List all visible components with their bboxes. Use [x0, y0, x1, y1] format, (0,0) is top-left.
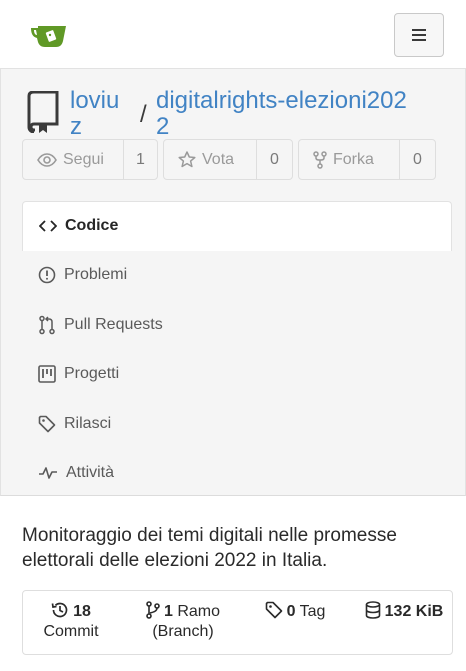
- tab-activity[interactable]: Attività: [22, 449, 452, 499]
- path-separator: /: [140, 101, 147, 128]
- tab-activity-label: Attività: [66, 464, 115, 482]
- star-count[interactable]: 0: [257, 140, 292, 179]
- watch-count[interactable]: 1: [124, 140, 157, 179]
- watch-label: Segui: [63, 150, 104, 168]
- size-stat[interactable]: 132 KiB: [361, 601, 447, 622]
- tag-icon: [38, 415, 56, 433]
- tab-releases[interactable]: Rilasci: [22, 399, 452, 449]
- fork-button-group: Forka 0: [298, 139, 436, 180]
- hamburger-menu-icon: [412, 29, 426, 41]
- watch-button[interactable]: Segui: [23, 140, 124, 179]
- commits-label: Commit: [43, 623, 99, 640]
- repo-tabs: Codice Problemi Pull Requests Progetti R…: [22, 201, 452, 498]
- repo-name-link[interactable]: digitalrights-elezioni202 2: [156, 88, 441, 140]
- repo-description: Monitoraggio dei temi digitali nelle pro…: [22, 525, 397, 571]
- tags-label: Tag: [299, 603, 326, 620]
- tab-projects-label: Progetti: [64, 365, 120, 383]
- code-icon: [39, 220, 57, 232]
- project-icon: [38, 365, 56, 384]
- star-button[interactable]: Vota: [164, 140, 257, 179]
- tab-code-label: Codice: [65, 217, 119, 235]
- fork-count[interactable]: 0: [400, 140, 435, 179]
- tab-pull-requests-label: Pull Requests: [64, 315, 163, 333]
- branches-label-line-2: (Branch): [152, 623, 214, 640]
- menu-toggle-button[interactable]: [394, 13, 444, 57]
- fork-button[interactable]: Forka: [299, 140, 400, 179]
- tab-issues[interactable]: Problemi: [22, 251, 452, 301]
- tag-icon: [265, 601, 282, 619]
- commits-stat[interactable]: 18 Commit: [39, 601, 103, 642]
- fork-icon: [313, 150, 327, 169]
- repo-owner-link[interactable]: loviu z: [70, 88, 132, 140]
- book-icon: [27, 91, 59, 133]
- pull-request-icon: [39, 315, 55, 334]
- pulse-icon: [39, 467, 57, 480]
- repo-size: 132 KiB: [384, 603, 444, 620]
- branches-stat[interactable]: 1 Ramo (Branch): [137, 601, 229, 642]
- repo-stats-bar: 18 Commit 1 Ramo (Branch) 0 Tag 132 KiB: [22, 590, 453, 655]
- gitea-logo-icon[interactable]: [30, 21, 68, 49]
- tab-issues-label: Problemi: [64, 266, 128, 284]
- history-icon: [51, 602, 68, 618]
- tab-pull-requests[interactable]: Pull Requests: [22, 300, 452, 350]
- database-icon: [365, 601, 380, 619]
- branch-icon: [146, 601, 160, 619]
- tags-stat[interactable]: 0 Tag: [259, 601, 331, 622]
- tags-count: 0: [286, 603, 296, 620]
- tab-projects[interactable]: Progetti: [22, 350, 452, 400]
- repo-name-line-2: 2: [156, 113, 170, 140]
- branches-count: 1: [163, 603, 173, 620]
- star-label: Vota: [202, 150, 235, 168]
- repo-name-line-1: digitalrights-elezioni202: [156, 87, 407, 114]
- branches-label-line-1: Ramo: [177, 603, 221, 620]
- watch-button-group: Segui 1: [22, 139, 158, 180]
- tab-releases-label: Rilasci: [64, 414, 112, 432]
- star-icon: [178, 151, 196, 168]
- star-button-group: Vota 0: [163, 139, 293, 180]
- owner-line-1: loviu: [70, 87, 120, 114]
- fork-label: Forka: [333, 150, 374, 168]
- top-navbar: [0, 0, 466, 69]
- commits-count: 18: [73, 603, 91, 620]
- eye-icon: [37, 152, 57, 167]
- tab-code[interactable]: Codice: [22, 201, 452, 251]
- owner-line-2: z: [70, 113, 82, 140]
- issue-icon: [38, 266, 56, 284]
